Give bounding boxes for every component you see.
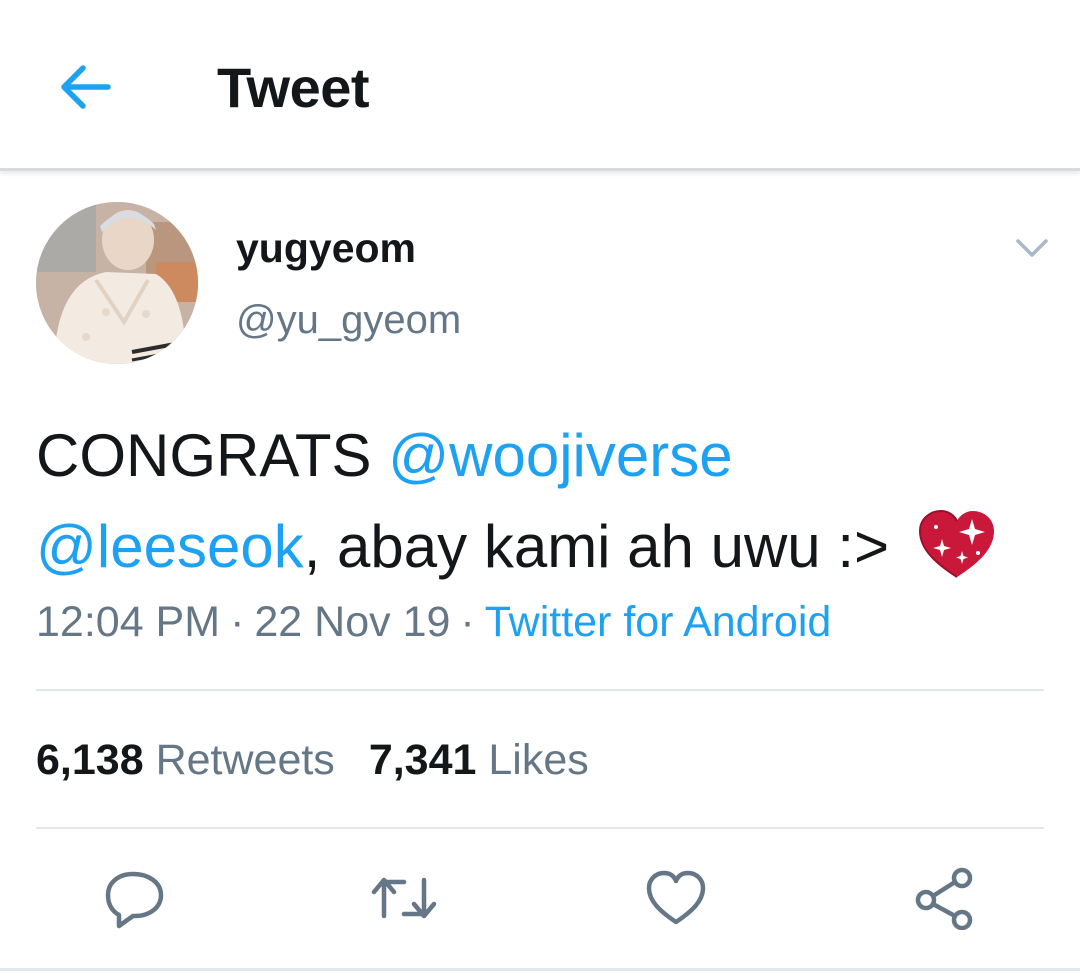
retweets-count: 6,138 (36, 736, 144, 784)
likes-label: Likes (488, 736, 589, 784)
chevron-down-icon (1016, 239, 1048, 257)
reply-icon (105, 871, 164, 929)
avatar[interactable] (36, 202, 198, 364)
sparkling-heart-emoji (918, 509, 996, 579)
top-bar: Tweet (0, 0, 1080, 171)
mention-link[interactable]: @woojiverse (388, 422, 732, 489)
divider (36, 827, 1044, 829)
share-button[interactable] (912, 866, 976, 931)
retweet-button[interactable] (370, 866, 437, 930)
like-button[interactable] (644, 866, 708, 930)
like-icon (646, 870, 706, 925)
more-options-button[interactable] (1012, 228, 1052, 268)
tweet-text-lead: CONGRATS (36, 422, 389, 489)
share-icon (915, 867, 973, 931)
tweet-time: 12:04 PM (36, 598, 221, 646)
likes-count: 7,341 (368, 736, 477, 784)
separator-dot: · (230, 598, 245, 646)
retweets-stat[interactable]: 6,138 Retweets (36, 736, 335, 785)
retweet-icon (371, 877, 437, 919)
bottom-divider (0, 968, 1080, 971)
tweet-source-link[interactable]: Twitter for Android (485, 598, 832, 646)
page-title: Tweet (217, 56, 370, 119)
tweet-text: CONGRATS @woojiverse @leeseok, abay kami … (36, 410, 1046, 592)
mention-link[interactable]: @leeseok (36, 513, 304, 580)
divider (36, 689, 1044, 691)
reply-button[interactable] (103, 866, 167, 930)
tweet-timestamp-line: 12:04 PM · 22 Nov 19 · Twitter for Android (36, 598, 831, 647)
avatar-photo (36, 202, 198, 364)
back-button[interactable] (56, 58, 114, 116)
likes-stat[interactable]: 7,341 Likes (369, 736, 589, 785)
retweets-label: Retweets (155, 736, 335, 784)
arrow-left-icon (61, 65, 111, 109)
author-display-name[interactable]: yugyeom (236, 225, 416, 272)
author-handle[interactable]: @yu_gyeom (236, 298, 461, 343)
separator-dot: · (460, 598, 475, 646)
tweet-date: 22 Nov 19 (254, 598, 451, 646)
tweet-text-rest: , abay kami ah uwu :> (303, 513, 906, 580)
engagement-stats: 6,138 Retweets 7,341 Likes (36, 736, 589, 785)
